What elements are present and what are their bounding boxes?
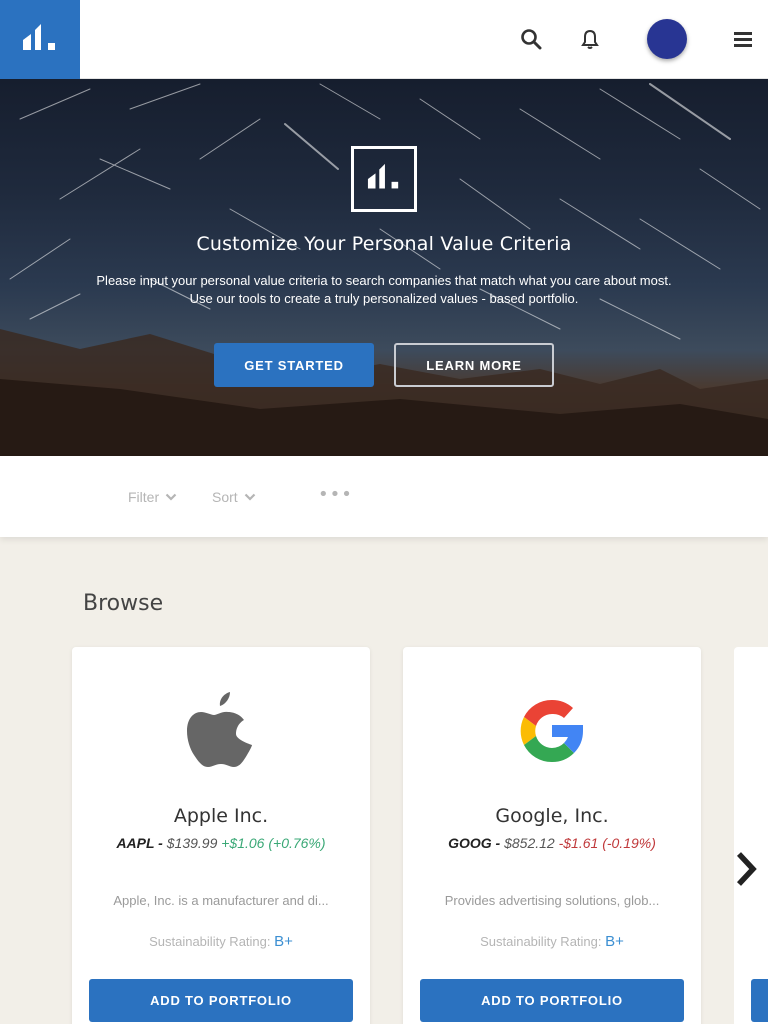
menu-button[interactable]	[728, 24, 758, 54]
filter-label: Filter	[128, 489, 160, 505]
company-card: Google, Inc. GOOG - $852.12 -$1.61 (-0.1…	[403, 647, 701, 1024]
sustainability-rating: Sustainability Rating: B+	[72, 933, 370, 950]
rating-label: Sustainability Rating:	[480, 934, 602, 949]
menu-icon	[734, 32, 752, 47]
google-logo-icon	[520, 699, 584, 763]
learn-more-button[interactable]: LEARN MORE	[394, 343, 554, 387]
stock-price: $139.99	[166, 835, 218, 851]
company-logo	[72, 685, 370, 777]
price-change: -$1.61 (-0.19%)	[558, 835, 656, 851]
brand-logo-icon	[23, 23, 55, 50]
rating-grade: B+	[605, 933, 624, 950]
notifications-button[interactable]	[575, 24, 605, 54]
chevron-down-icon	[165, 493, 177, 501]
company-description: Provides advertising solutions, glob...	[444, 893, 660, 908]
price-change: +$1.06 (+0.76%)	[221, 835, 326, 851]
stock-quote: GOOG - $852.12 -$1.61 (-0.19%)	[403, 835, 701, 851]
search-icon	[521, 29, 542, 50]
bell-icon	[581, 29, 599, 49]
brand-logo-icon	[367, 163, 399, 189]
hero-logo	[351, 146, 417, 212]
ticker-symbol: AAPL -	[116, 835, 163, 851]
company-logo	[403, 685, 701, 777]
stock-price: $852.12	[504, 835, 555, 851]
chevron-right-icon	[736, 852, 757, 886]
sort-dropdown[interactable]: Sort	[212, 489, 256, 505]
rating-label: Sustainability Rating:	[149, 934, 271, 949]
company-card-partial	[734, 647, 768, 1024]
hero-subtitle-line-1: Please input your personal value criteri…	[96, 273, 672, 288]
add-to-portfolio-button[interactable]: ADD TO PORTFOLIO	[89, 979, 353, 1022]
ticker-symbol: GOOG -	[448, 835, 501, 851]
top-bar	[0, 0, 768, 79]
get-started-button[interactable]: GET STARTED	[214, 343, 374, 387]
rating-grade: B+	[274, 933, 293, 950]
add-to-portfolio-button-partial[interactable]	[751, 979, 768, 1022]
hero-banner: Customize Your Personal Value Criteria P…	[0, 79, 768, 456]
hero-title: Customize Your Personal Value Criteria	[196, 233, 572, 255]
sort-label: Sort	[212, 489, 238, 505]
hero-subtitle: Please input your personal value criteri…	[40, 272, 728, 308]
company-name: Google, Inc.	[495, 805, 609, 827]
hero-subtitle-line-2: Use our tools to create a truly personal…	[189, 291, 579, 306]
stock-quote: AAPL - $139.99 +$1.06 (+0.76%)	[72, 835, 370, 851]
company-card: Apple Inc. AAPL - $139.99 +$1.06 (+0.76%…	[72, 647, 370, 1024]
hero-content: Customize Your Personal Value Criteria P…	[0, 79, 768, 456]
filter-dropdown[interactable]: Filter	[128, 489, 177, 505]
more-options-button[interactable]: •••	[318, 486, 353, 504]
brand-logo[interactable]	[0, 0, 80, 79]
company-name: Apple Inc.	[173, 805, 269, 827]
search-button[interactable]	[516, 24, 546, 54]
browse-heading: Browse	[83, 591, 164, 616]
company-description: Apple, Inc. is a manufacturer and di...	[113, 893, 329, 908]
chevron-down-icon	[244, 493, 255, 501]
filter-bar: Filter Sort •••	[0, 456, 768, 537]
user-avatar[interactable]	[647, 19, 687, 59]
apple-logo-icon	[187, 692, 252, 767]
add-to-portfolio-button[interactable]: ADD TO PORTFOLIO	[420, 979, 684, 1022]
sustainability-rating: Sustainability Rating: B+	[403, 933, 701, 950]
carousel-next-button[interactable]	[730, 848, 762, 890]
